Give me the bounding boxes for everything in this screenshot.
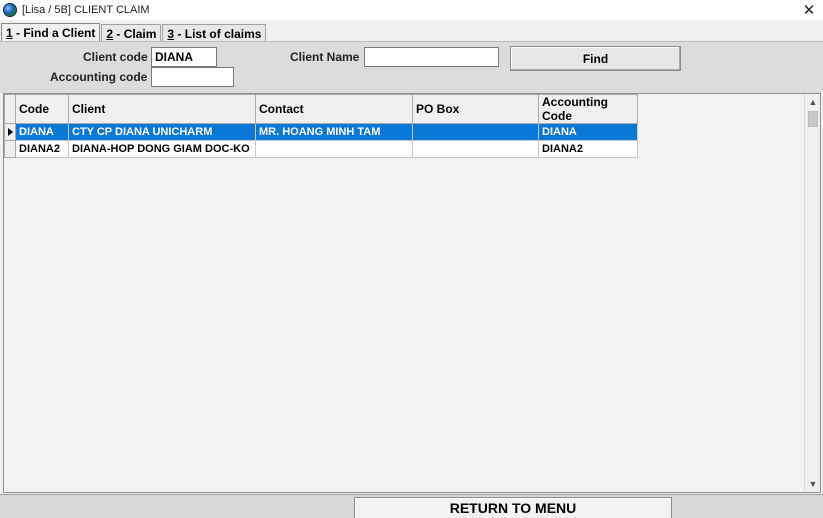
title-bar: [Lisa / 5B] CLIENT CLAIM ✕ xyxy=(0,0,823,20)
accounting-code-label: Accounting code xyxy=(50,70,148,84)
client-grid: Code Client Contact PO Box Accounting Co… xyxy=(3,93,821,493)
tab-claim[interactable]: 2 - Claim xyxy=(101,24,162,42)
search-panel: Client code DIANA Accounting code Client… xyxy=(0,41,823,93)
accounting-code-input[interactable] xyxy=(151,67,234,87)
vertical-scrollbar[interactable]: ▲ ▼ xyxy=(804,94,820,492)
cell-contact[interactable] xyxy=(255,140,413,158)
cell-client[interactable]: CTY CP DIANA UNICHARM xyxy=(68,123,256,141)
scroll-up-icon[interactable]: ▲ xyxy=(805,94,821,110)
cell-code[interactable]: DIANA xyxy=(15,123,69,141)
row-indicator-cell xyxy=(4,140,16,158)
client-name-label: Client Name xyxy=(290,50,360,64)
client-name-input[interactable] xyxy=(364,47,499,67)
cell-contact[interactable]: MR. HOANG MINH TAM xyxy=(255,123,413,141)
column-header-accounting-code[interactable]: Accounting Code xyxy=(538,94,638,124)
table-row[interactable]: DIANA CTY CP DIANA UNICHARM MR. HOANG MI… xyxy=(4,123,638,141)
footer-bar: RETURN TO MENU xyxy=(0,494,823,518)
cell-client[interactable]: DIANA-HOP DONG GIAM DOC-KO xyxy=(68,140,256,158)
column-header-client[interactable]: Client xyxy=(68,94,256,124)
close-icon[interactable]: ✕ xyxy=(795,0,823,20)
cell-po-box[interactable] xyxy=(412,140,539,158)
table-row[interactable]: DIANA2 DIANA-HOP DONG GIAM DOC-KO DIANA2 xyxy=(4,140,638,158)
globe-icon xyxy=(3,3,17,17)
column-header-po-box[interactable]: PO Box xyxy=(412,94,539,124)
column-header-code[interactable]: Code xyxy=(15,94,69,124)
row-pointer-icon xyxy=(4,123,16,141)
row-indicator-header xyxy=(4,94,16,124)
scroll-thumb[interactable] xyxy=(808,111,818,127)
cell-accounting-code[interactable]: DIANA2 xyxy=(538,140,638,158)
window-title: [Lisa / 5B] CLIENT CLAIM xyxy=(22,4,150,16)
return-to-menu-button[interactable]: RETURN TO MENU xyxy=(354,497,672,518)
cell-accounting-code[interactable]: DIANA xyxy=(538,123,638,141)
cell-po-box[interactable] xyxy=(412,123,539,141)
table-header-row: Code Client Contact PO Box Accounting Co… xyxy=(4,94,638,124)
tab-strip: 1 - Find a Client 2 - Claim 3 - List of … xyxy=(1,22,267,43)
client-code-label: Client code xyxy=(83,50,148,64)
client-code-input[interactable]: DIANA xyxy=(151,47,217,67)
cell-code[interactable]: DIANA2 xyxy=(15,140,69,158)
scroll-down-icon[interactable]: ▼ xyxy=(805,476,821,492)
find-button[interactable]: Find xyxy=(510,46,681,71)
column-header-contact[interactable]: Contact xyxy=(255,94,413,124)
tab-list-of-claims[interactable]: 3 - List of claims xyxy=(162,24,267,42)
tab-find-client[interactable]: 1 - Find a Client xyxy=(1,23,101,43)
client-table: Code Client Contact PO Box Accounting Co… xyxy=(4,94,638,158)
